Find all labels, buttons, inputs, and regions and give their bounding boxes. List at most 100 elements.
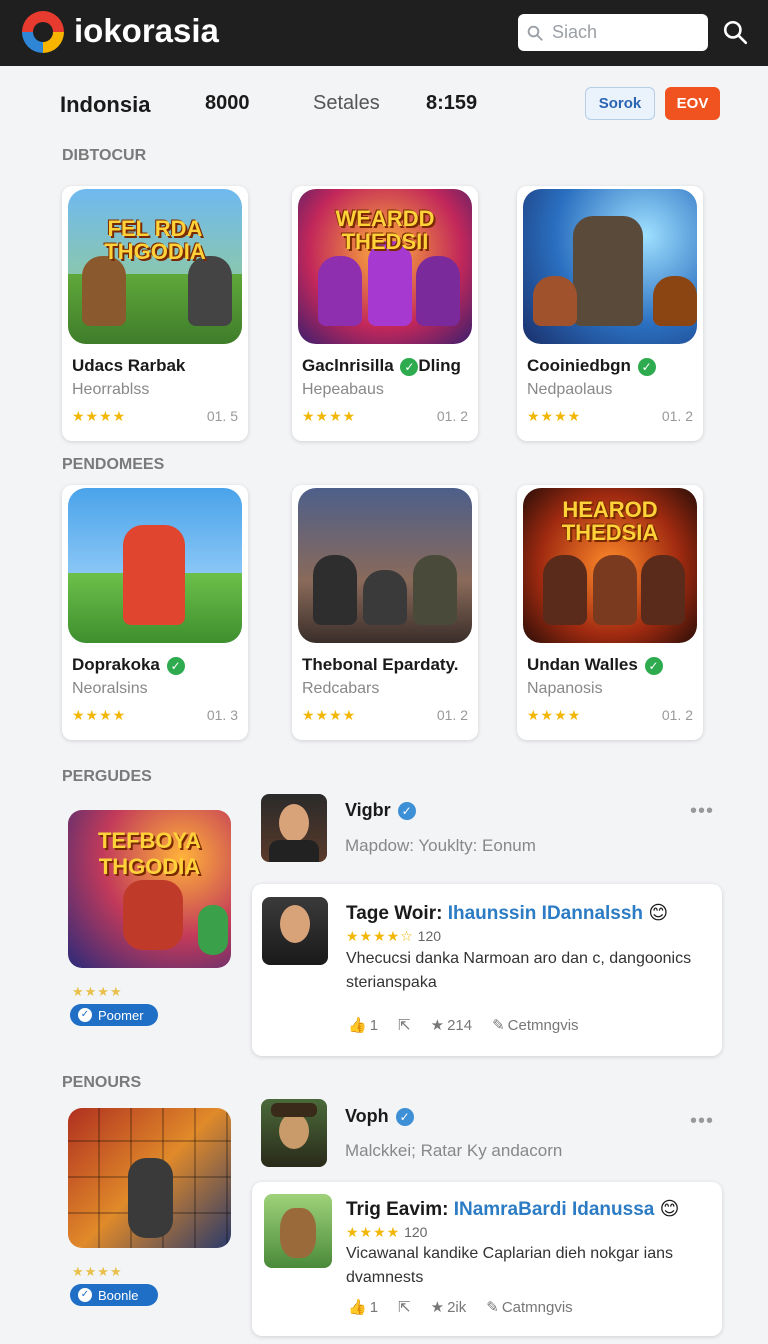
card-title-suffix: Dling: [418, 356, 461, 375]
search-box[interactable]: [518, 14, 708, 51]
comment-button[interactable]: ✎ Catmngvis: [486, 1298, 573, 1317]
verified-icon: ✓: [637, 357, 656, 376]
game-card[interactable]: Cooiniedbgn ✓ Nedpaolaus ★★★★ 01. 2: [517, 186, 703, 441]
promo-pill-label: Boonle: [98, 1287, 139, 1303]
section-title: PENOURS: [62, 1074, 142, 1091]
like-count: 1: [369, 1016, 379, 1034]
more-options-icon[interactable]: •••: [690, 1110, 714, 1133]
post-avatar: [264, 1194, 332, 1268]
card-subtitle: Redcabars: [302, 680, 380, 697]
rate-count: 214: [447, 1016, 473, 1034]
card-rating: 01. 2: [436, 707, 468, 723]
verified-icon: ✓: [395, 1108, 414, 1127]
post-title-link[interactable]: INamraBardi Idanussa: [454, 1199, 655, 1220]
star-icon: ★: [430, 1017, 445, 1034]
star-rating: ★★★★: [527, 408, 582, 424]
card-title: Udacs Rarbak: [72, 356, 186, 375]
brand-name[interactable]: iokorasia: [74, 12, 219, 50]
like-button[interactable]: 👍 1: [348, 1016, 379, 1035]
rate-button[interactable]: ★ 2ik: [430, 1298, 467, 1317]
thumbs-up-icon: 👍: [348, 1299, 367, 1316]
game-card[interactable]: FEL RDA THGODIA Udacs Rarbak Heorrablss …: [62, 186, 248, 441]
avatar[interactable]: [261, 794, 327, 862]
card-subtitle: Nedpaolaus: [527, 381, 613, 398]
post-card[interactable]: Trig Eavim: INamraBardi Idanussa 😊 ★★★★ …: [252, 1182, 722, 1336]
primary-button[interactable]: EOV: [665, 87, 720, 120]
more-options-icon[interactable]: •••: [690, 800, 714, 823]
search-icon[interactable]: [722, 19, 748, 45]
card-subtitle: Hepeabaus: [302, 381, 384, 398]
filter-country[interactable]: Indonsia: [60, 92, 150, 118]
post-body: Vicawanal kandike Caplarian dieh nokgar …: [346, 1245, 674, 1286]
game-art: [298, 488, 472, 643]
user-meta: Malckkei; Ratar Ky andacorn: [345, 1141, 563, 1160]
star-rating: ★★★★: [72, 408, 127, 424]
avatar[interactable]: [261, 1099, 327, 1167]
game-art: [523, 189, 697, 344]
filter-value[interactable]: 8:159: [426, 92, 477, 115]
card-title: Thebonal Epardaty.: [302, 655, 459, 674]
star-rating: ★★★★: [72, 707, 127, 723]
user-name[interactable]: Voph: [345, 1106, 389, 1126]
card-title: Undan Walles: [527, 655, 638, 674]
verified-icon: ✓: [644, 656, 663, 675]
game-card[interactable]: Doprakoka ✓ Neoralsins ★★★★ 01. 3: [62, 485, 248, 740]
promo-art-title: TEFBOYA THGODIA: [97, 828, 202, 879]
like-button[interactable]: 👍 1: [348, 1298, 378, 1317]
post-avatar: [262, 897, 328, 965]
game-art: WEARDD THEDSII: [298, 189, 472, 344]
share-icon: ⇱: [398, 1299, 411, 1316]
star-icon: ★: [430, 1299, 445, 1316]
game-art: HEAROD THEDSIA: [523, 488, 697, 643]
game-art-title: WEARDD THEDSII: [335, 206, 435, 255]
filter-setales[interactable]: Setales: [313, 92, 380, 115]
card-rating: 01. 2: [661, 408, 693, 424]
post-title-link[interactable]: Ihaunssin IDannalssh: [448, 903, 643, 924]
card-subtitle: Napanosis: [527, 680, 603, 697]
card-title: Cooiniedbgn: [527, 356, 631, 375]
card-rating: 01. 3: [206, 707, 238, 723]
promo-pill[interactable]: ✓ Boonle: [70, 1284, 158, 1306]
promo-stars: ★★★★: [72, 1264, 123, 1279]
share-icon: ⇱: [398, 1017, 411, 1034]
game-card[interactable]: HEAROD THEDSIA Undan Walles ✓ Napanosis …: [517, 485, 703, 740]
post-count: 120: [404, 1224, 428, 1240]
post-actions: 👍 1 ⇱ ★ 214 ✎ Cetmngvis: [348, 1016, 579, 1035]
share-button[interactable]: ⇱: [398, 1016, 411, 1034]
user-name[interactable]: Vigbr: [345, 800, 391, 820]
comment-label: Cetmngvis: [507, 1016, 579, 1034]
section-title: PERGUDES: [62, 768, 152, 785]
user-meta: Mapdow: Youklty: Eonum: [345, 836, 536, 855]
post-body: Vhecucsi danka Narmoan aro dan c, dangoo…: [346, 950, 692, 991]
search-icon: [527, 25, 543, 41]
verified-icon: ✓: [400, 357, 419, 376]
promo-pill-label: Poomer: [98, 1007, 144, 1023]
logo-icon[interactable]: [22, 11, 64, 53]
comment-button[interactable]: ✎ Cetmngvis: [492, 1016, 579, 1035]
star-rating: ★★★★: [302, 707, 357, 723]
share-button[interactable]: ⇱: [398, 1298, 411, 1316]
promo-art[interactable]: TEFBOYA THGODIA: [68, 810, 231, 968]
post-card[interactable]: Tage Woir: Ihaunssin IDannalssh 😊 ★★★★☆ …: [252, 884, 722, 1056]
verified-icon: ✓: [397, 802, 416, 821]
promo-art[interactable]: [68, 1108, 231, 1248]
verified-icon: ✓: [166, 656, 185, 675]
rate-button[interactable]: ★ 214: [430, 1016, 473, 1035]
post-stars: ★★★★: [346, 1224, 401, 1240]
comment-label: Catmngvis: [501, 1298, 573, 1316]
rate-count: 2ik: [447, 1298, 467, 1316]
search-input[interactable]: [552, 22, 692, 43]
promo-pill[interactable]: ✓ Poomer: [70, 1004, 158, 1026]
game-card[interactable]: Thebonal Epardaty. Redcabars ★★★★ 01. 2: [292, 485, 478, 740]
card-rating: 01. 2: [661, 707, 693, 723]
promo-stars: ★★★★: [72, 984, 123, 999]
thumbs-up-icon: 👍: [348, 1017, 367, 1034]
star-rating: ★★★★: [302, 408, 357, 424]
filter-count[interactable]: 8000: [205, 92, 250, 115]
post-count: 120: [417, 928, 442, 944]
game-card[interactable]: WEARDD THEDSII Gaclnrisilla ✓ Dling Hepea…: [292, 186, 478, 441]
star-rating: ★★★★: [527, 707, 582, 723]
card-subtitle: Neoralsins: [72, 680, 148, 697]
sort-button[interactable]: Sorok: [585, 87, 655, 120]
section-title: DIBTOCUR: [62, 147, 147, 164]
